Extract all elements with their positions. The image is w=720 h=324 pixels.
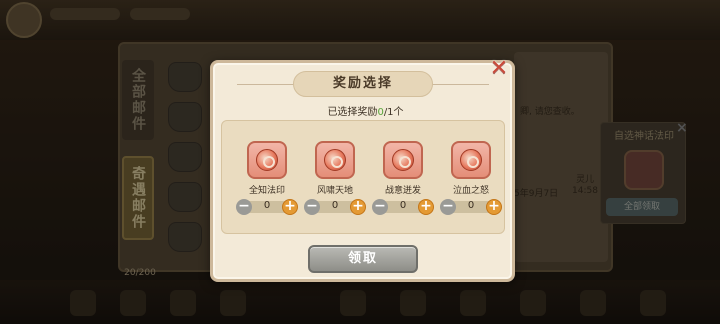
quantity-value: 0 bbox=[331, 200, 339, 211]
selection-suffix: /1个 bbox=[383, 107, 404, 118]
minus-button[interactable]: − bbox=[440, 199, 456, 215]
quantity-stepper: − 0 + bbox=[440, 199, 502, 215]
quantity-value: 0 bbox=[467, 200, 475, 211]
dialog-header: 奖励选择 bbox=[237, 71, 489, 97]
reward-item[interactable]: 战意迸发 − 0 + bbox=[372, 139, 434, 227]
close-icon[interactable]: ✕ bbox=[488, 58, 510, 81]
reward-item[interactable]: 泣血之怒 − 0 + bbox=[440, 139, 502, 227]
dialog-title: 奖励选择 bbox=[293, 71, 433, 97]
reward-name: 泣血之怒 bbox=[452, 186, 489, 196]
reward-item[interactable]: 风啸天地 − 0 + bbox=[304, 139, 366, 227]
reward-name: 战意迸发 bbox=[384, 186, 421, 196]
plus-button[interactable]: + bbox=[282, 199, 298, 215]
quantity-stepper: − 0 + bbox=[372, 199, 434, 215]
red-seal-icon[interactable] bbox=[383, 141, 423, 179]
selection-status: 已选择奖励0/1个 bbox=[213, 103, 518, 118]
red-seal-icon[interactable] bbox=[247, 141, 287, 179]
reward-item[interactable]: 全知法印 − 0 + bbox=[236, 139, 298, 227]
minus-button[interactable]: − bbox=[372, 199, 388, 215]
reward-grid: 全知法印 − 0 + 风啸天地 − 0 + 战意迸发 − 0 + 泣血之怒 − … bbox=[221, 120, 505, 234]
minus-button[interactable]: − bbox=[304, 199, 320, 215]
reward-select-dialog: 奖励选择 已选择奖励0/1个 全知法印 − 0 + 风啸天地 − 0 + 战意迸… bbox=[210, 60, 515, 282]
reward-name: 全知法印 bbox=[248, 186, 285, 196]
minus-button[interactable]: − bbox=[236, 199, 252, 215]
red-seal-icon[interactable] bbox=[315, 141, 355, 179]
plus-button[interactable]: + bbox=[350, 199, 366, 215]
plus-button[interactable]: + bbox=[418, 199, 434, 215]
quantity-value: 0 bbox=[263, 200, 271, 211]
red-seal-icon[interactable] bbox=[451, 141, 491, 179]
plus-button[interactable]: + bbox=[486, 199, 502, 215]
selection-prefix: 已选择奖励 bbox=[327, 107, 378, 118]
reward-name: 风啸天地 bbox=[316, 186, 353, 196]
quantity-value: 0 bbox=[399, 200, 407, 211]
quantity-stepper: − 0 + bbox=[304, 199, 366, 215]
claim-button[interactable]: 领取 bbox=[308, 245, 418, 273]
quantity-stepper: − 0 + bbox=[236, 199, 298, 215]
